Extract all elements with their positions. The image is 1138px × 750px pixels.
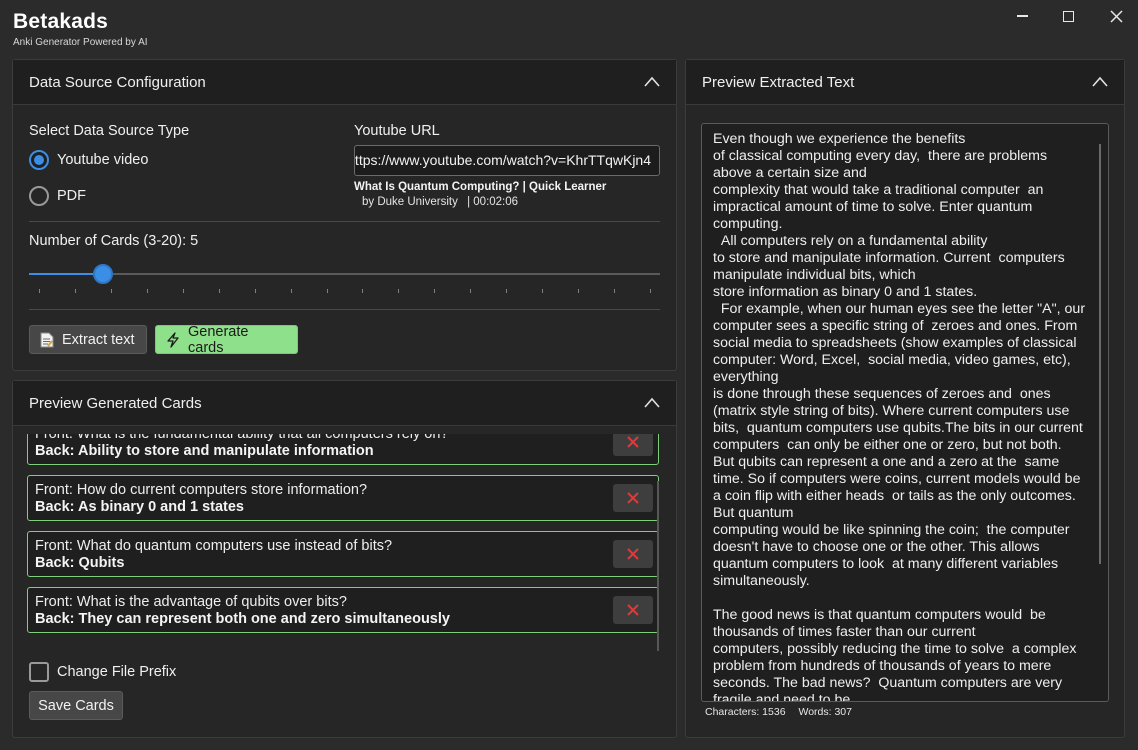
- title-bar: Betakads Anki Generator Powered by AI: [0, 0, 1138, 56]
- youtube-radio[interactable]: [29, 150, 49, 170]
- close-button[interactable]: [1096, 4, 1136, 28]
- data-source-title: Data Source Configuration: [29, 74, 206, 91]
- app-title: Betakads: [13, 10, 108, 33]
- card-back: Back: They can represent both one and ze…: [35, 611, 450, 627]
- delete-x-icon: [627, 492, 639, 504]
- slider-tick: [39, 289, 40, 293]
- text-scrollbar[interactable]: [1099, 144, 1101, 564]
- youtube-url-input[interactable]: https://www.youtube.com/watch?v=KhrTTqwK…: [354, 145, 660, 176]
- meta-separator: |: [467, 196, 471, 208]
- divider: [29, 309, 660, 310]
- card-item: Front: How do current computers store in…: [27, 475, 659, 521]
- card-front: Front: What do quantum computers use ins…: [35, 538, 393, 554]
- source-type-label: Select Data Source Type: [29, 123, 190, 139]
- slider-tick: [650, 289, 651, 293]
- document-icon: [40, 332, 54, 348]
- slider-tick: [434, 289, 436, 293]
- lightning-icon: [166, 331, 180, 348]
- delete-x-icon: [627, 604, 639, 616]
- pdf-radio[interactable]: [29, 186, 49, 206]
- change-prefix-label[interactable]: Change File Prefix: [57, 664, 176, 680]
- generated-cards-title: Preview Generated Cards: [29, 395, 202, 412]
- card-back: Back: As binary 0 and 1 states: [35, 499, 244, 515]
- delete-card-button[interactable]: [613, 484, 653, 512]
- card-item: Front: What is the fundamental ability t…: [27, 434, 659, 465]
- slider-tick: [398, 289, 400, 293]
- slider-tick: [182, 289, 184, 293]
- slider-tick: [110, 289, 112, 293]
- cards-list[interactable]: Front: What is the fundamental ability t…: [27, 434, 663, 649]
- delete-card-button[interactable]: [613, 596, 653, 624]
- slider-tick: [218, 289, 220, 293]
- data-source-panel: Data Source Configuration Select Data So…: [12, 59, 677, 371]
- extracted-text-header[interactable]: Preview Extracted Text: [686, 60, 1124, 105]
- card-front: Front: What is the fundamental ability t…: [35, 434, 449, 442]
- slider-tick: [578, 289, 580, 293]
- extract-text-button[interactable]: Extract text: [29, 325, 147, 354]
- slider-tick: [146, 289, 148, 293]
- card-front: Front: What is the advantage of qubits o…: [35, 594, 347, 610]
- slider-tick: [290, 289, 292, 293]
- save-cards-button[interactable]: Save Cards: [29, 691, 123, 720]
- card-back: Back: Ability to store and manipulate in…: [35, 443, 374, 459]
- generate-cards-button[interactable]: Generate cards: [155, 323, 298, 356]
- chevron-up-icon[interactable]: [1092, 76, 1108, 88]
- chevron-up-icon[interactable]: [644, 397, 660, 409]
- app-subtitle: Anki Generator Powered by AI: [13, 37, 148, 48]
- delete-x-icon: [627, 436, 639, 448]
- youtube-radio-label[interactable]: Youtube video: [57, 152, 148, 168]
- change-prefix-checkbox[interactable]: [29, 662, 49, 682]
- video-meta: by Duke University | 00:02:06: [362, 196, 518, 208]
- word-count: Words: 307: [798, 706, 852, 718]
- maximize-button[interactable]: [1048, 4, 1088, 28]
- extracted-text-title: Preview Extracted Text: [702, 74, 855, 91]
- minimize-button[interactable]: [1002, 4, 1042, 28]
- chevron-up-icon[interactable]: [644, 76, 660, 88]
- card-item: Front: What is the advantage of qubits o…: [27, 587, 659, 633]
- slider-tick: [614, 289, 616, 293]
- video-author: by Duke University: [362, 196, 458, 208]
- divider: [29, 221, 660, 222]
- pdf-radio-label[interactable]: PDF: [57, 188, 86, 204]
- close-icon: [1109, 9, 1123, 23]
- extract-text-label: Extract text: [62, 331, 135, 348]
- delete-card-button[interactable]: [613, 540, 653, 568]
- card-front: Front: How do current computers store in…: [35, 482, 368, 498]
- slider-tick: [254, 289, 256, 293]
- generate-cards-label: Generate cards: [188, 323, 249, 356]
- extracted-text-panel: Preview Extracted Text Even though we ex…: [685, 59, 1125, 738]
- card-back: Back: Qubits: [35, 555, 125, 571]
- maximize-icon: [1062, 10, 1074, 22]
- slider-tick: [506, 289, 508, 293]
- data-source-header[interactable]: Data Source Configuration: [13, 60, 676, 105]
- url-label: Youtube URL: [354, 123, 440, 139]
- character-count: Characters: 1536: [705, 706, 786, 718]
- generated-cards-panel: Preview Generated Cards Front: What is t…: [12, 380, 677, 738]
- text-stats: Characters: 1536 Words: 307: [705, 706, 862, 718]
- extracted-text-content: Even though we experience the benefits o…: [713, 131, 1086, 702]
- video-title: What Is Quantum Computing? | Quick Learn…: [354, 181, 607, 193]
- video-duration: 00:02:06: [473, 196, 519, 208]
- num-cards-label: Number of Cards (3-20): 5: [29, 233, 199, 249]
- slider-tick: [542, 289, 544, 293]
- slider-tick: [470, 289, 472, 293]
- num-cards-slider-fill: [29, 273, 104, 275]
- delete-x-icon: [627, 548, 639, 560]
- slider-tick: [326, 289, 328, 293]
- num-cards-slider-track[interactable]: [29, 273, 660, 275]
- delete-card-button[interactable]: [613, 434, 653, 456]
- minimize-icon: [1016, 15, 1028, 17]
- cards-scrollbar[interactable]: [657, 481, 659, 651]
- slider-tick: [74, 289, 76, 293]
- extracted-text-area[interactable]: Even though we experience the benefits o…: [701, 123, 1109, 702]
- num-cards-slider-thumb[interactable]: [93, 264, 114, 284]
- card-item: Front: What do quantum computers use ins…: [27, 531, 659, 577]
- generated-cards-header[interactable]: Preview Generated Cards: [13, 381, 676, 426]
- slider-tick: [362, 289, 364, 293]
